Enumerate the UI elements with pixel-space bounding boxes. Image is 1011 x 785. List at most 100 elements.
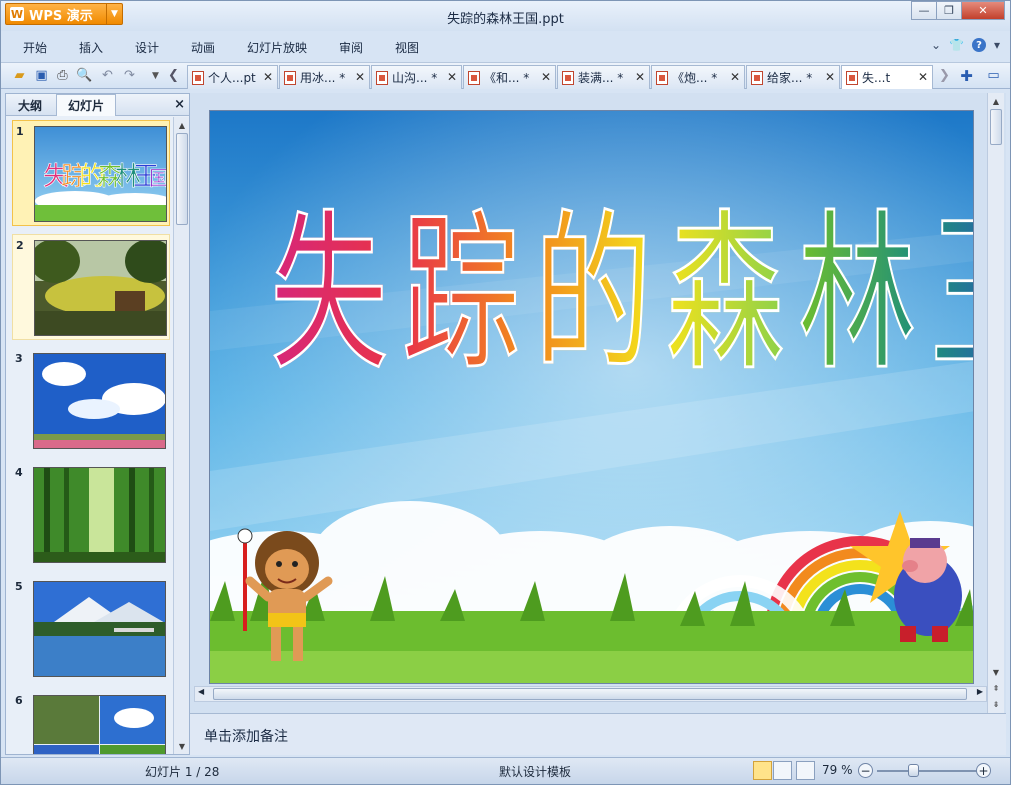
tab-scroll-right-icon[interactable]: ❯ bbox=[936, 67, 953, 84]
slide-number: 1 bbox=[16, 125, 24, 138]
svg-text:国: 国 bbox=[149, 166, 167, 190]
slide-thumbnail-5[interactable]: 5 bbox=[12, 576, 170, 682]
slide-title-char: 踪 bbox=[401, 193, 523, 394]
app-window: W WPS 演示 ▼ 失踪的森林王国.ppt — ❐ ✕ 开始 插入 设计 动画… bbox=[0, 0, 1011, 785]
slide-editor: 失踪的森林王国 ▲ ▼ ⇞ ⇟ ◀ ▶ 单击添加备注 bbox=[190, 93, 1006, 755]
design-template: 默认设计模板 bbox=[499, 765, 572, 779]
document-tab[interactable]: 山沟... * ✕ bbox=[371, 65, 462, 89]
slides-pane: 大纲 幻灯片 × 1 失 踪 的 森 林 王 国 2 3 4 5 6 ▲ ▼ bbox=[5, 93, 190, 755]
slide-title-char: 王 bbox=[929, 206, 973, 380]
tab-label: 山沟... * bbox=[392, 71, 438, 85]
print-preview-icon[interactable]: 🔍 bbox=[76, 67, 93, 84]
menu-review[interactable]: 审阅 bbox=[339, 39, 363, 56]
help-icon[interactable]: ? bbox=[971, 38, 986, 52]
close-icon[interactable]: × bbox=[174, 97, 185, 112]
editor-horizontal-scrollbar[interactable]: ◀ ▶ bbox=[194, 686, 987, 702]
slide-thumbnail-3[interactable]: 3 bbox=[12, 348, 170, 454]
zoom-level: 79 % bbox=[822, 763, 853, 777]
menu-home[interactable]: 开始 bbox=[23, 39, 47, 56]
document-tab[interactable]: 《和... * ✕ bbox=[463, 65, 556, 89]
close-button[interactable]: ✕ bbox=[961, 1, 1005, 20]
tab-scroll-left-icon[interactable]: ❮ bbox=[165, 67, 182, 84]
scroll-up-icon[interactable]: ▲ bbox=[175, 118, 189, 132]
tab-label: 失...t bbox=[862, 71, 891, 85]
open-folder-icon[interactable]: ▰ bbox=[11, 67, 28, 84]
slide-title[interactable]: 失踪的森林王国 bbox=[269, 206, 973, 380]
menu-view[interactable]: 视图 bbox=[395, 39, 419, 56]
close-icon[interactable]: ✕ bbox=[918, 70, 928, 84]
menu-animation[interactable]: 动画 bbox=[191, 39, 215, 56]
document-tab-active[interactable]: 失...t ✕ bbox=[841, 65, 933, 89]
new-tab-icon[interactable]: ✚ bbox=[958, 67, 975, 85]
scroll-left-icon[interactable]: ◀ bbox=[198, 687, 204, 696]
slide-canvas[interactable]: 失踪的森林王国 bbox=[209, 110, 974, 684]
tab-list-icon[interactable]: ▭ bbox=[985, 67, 1002, 84]
document-tab[interactable]: 给家... * ✕ bbox=[746, 65, 840, 89]
close-icon[interactable]: ✕ bbox=[541, 70, 551, 84]
scroll-up-icon[interactable]: ▲ bbox=[989, 94, 1003, 108]
normal-view-icon[interactable] bbox=[753, 761, 772, 780]
slide-number: 6 bbox=[15, 694, 23, 707]
chevron-down-icon[interactable]: ⌄ bbox=[931, 38, 941, 52]
slide-thumbnail-4[interactable]: 4 bbox=[12, 462, 170, 568]
close-icon[interactable]: ✕ bbox=[730, 70, 740, 84]
slide-indicator: 幻灯片 1 / 28 bbox=[145, 765, 220, 779]
undo-icon[interactable]: ↶ bbox=[99, 67, 116, 84]
ppt-file-icon bbox=[656, 70, 668, 85]
print-icon[interactable]: ⎙ bbox=[54, 67, 71, 84]
slide-sorter-icon[interactable] bbox=[773, 761, 792, 780]
redo-icon[interactable]: ↷ bbox=[121, 67, 138, 84]
tab-outline[interactable]: 大纲 bbox=[6, 94, 54, 116]
next-slide-icon[interactable]: ⇟ bbox=[989, 697, 1003, 711]
zoom-slider-handle[interactable] bbox=[908, 764, 919, 777]
zoom-out-button[interactable]: − bbox=[858, 763, 873, 778]
close-icon[interactable]: ✕ bbox=[635, 70, 645, 84]
slide-title-char: 林 bbox=[797, 193, 919, 394]
scroll-down-icon[interactable]: ▼ bbox=[175, 739, 189, 753]
slide-title-char: 森 bbox=[665, 193, 787, 394]
close-icon[interactable]: ✕ bbox=[447, 70, 457, 84]
scroll-thumb[interactable] bbox=[176, 133, 188, 225]
slide-thumbnails: 1 失 踪 的 森 林 王 国 2 3 4 5 6 bbox=[6, 117, 173, 754]
scroll-right-icon[interactable]: ▶ bbox=[977, 687, 983, 696]
close-icon[interactable]: ✕ bbox=[825, 70, 835, 84]
slide-thumbnail-6[interactable]: 6 bbox=[12, 690, 170, 754]
scroll-down-icon[interactable]: ▼ bbox=[989, 665, 1003, 679]
ppt-file-icon bbox=[468, 70, 480, 85]
chevron-down-icon[interactable]: ▾ bbox=[994, 38, 1000, 52]
slide-thumbnail-2[interactable]: 2 bbox=[12, 234, 170, 340]
zoom-in-button[interactable]: + bbox=[976, 763, 991, 778]
menu-slideshow[interactable]: 幻灯片放映 bbox=[247, 39, 307, 56]
skin-icon[interactable]: 👕 bbox=[949, 38, 964, 52]
ppt-file-icon bbox=[284, 70, 296, 85]
document-tab[interactable]: 装满... * ✕ bbox=[557, 65, 650, 89]
status-bar: 幻灯片 1 / 28 默认设计模板 79 % − + bbox=[1, 757, 1010, 784]
slide-preview bbox=[33, 581, 166, 677]
thumbnail-scrollbar[interactable]: ▲ ▼ bbox=[173, 117, 189, 754]
editor-vertical-scrollbar[interactable]: ▲ ▼ ⇞ ⇟ bbox=[987, 93, 1004, 715]
scroll-thumb[interactable] bbox=[213, 688, 967, 700]
close-icon[interactable]: ✕ bbox=[263, 70, 273, 84]
minimize-button[interactable]: — bbox=[911, 1, 937, 20]
slide-thumbnail-1[interactable]: 1 失 踪 的 森 林 王 国 bbox=[12, 120, 170, 226]
menu-insert[interactable]: 插入 bbox=[79, 39, 103, 56]
save-icon[interactable]: ▣ bbox=[33, 67, 50, 84]
slideshow-icon[interactable] bbox=[796, 761, 815, 780]
zoom-slider[interactable] bbox=[877, 770, 977, 772]
document-tab[interactable]: 《炮... * ✕ bbox=[651, 65, 745, 89]
menu-right-tools: ⌄ 👕 ? ▾ bbox=[931, 38, 1000, 52]
slide-preview bbox=[34, 240, 167, 336]
customize-toolbar-icon[interactable]: ▼ bbox=[147, 67, 164, 84]
scroll-thumb[interactable] bbox=[990, 109, 1002, 145]
previous-slide-icon[interactable]: ⇞ bbox=[989, 681, 1003, 695]
close-icon[interactable]: ✕ bbox=[355, 70, 365, 84]
title-bar: W WPS 演示 ▼ 失踪的森林王国.ppt — ❐ ✕ bbox=[1, 1, 1010, 31]
restore-button[interactable]: ❐ bbox=[936, 1, 962, 20]
menu-design[interactable]: 设计 bbox=[135, 39, 159, 56]
tab-slides[interactable]: 幻灯片 bbox=[56, 94, 116, 116]
ppt-file-icon bbox=[846, 70, 858, 85]
tab-label: 用冰... * bbox=[300, 71, 346, 85]
document-tab[interactable]: 个人...pt ✕ bbox=[187, 65, 278, 89]
document-tab[interactable]: 用冰... * ✕ bbox=[279, 65, 370, 89]
notes-pane[interactable]: 单击添加备注 bbox=[190, 713, 1006, 755]
